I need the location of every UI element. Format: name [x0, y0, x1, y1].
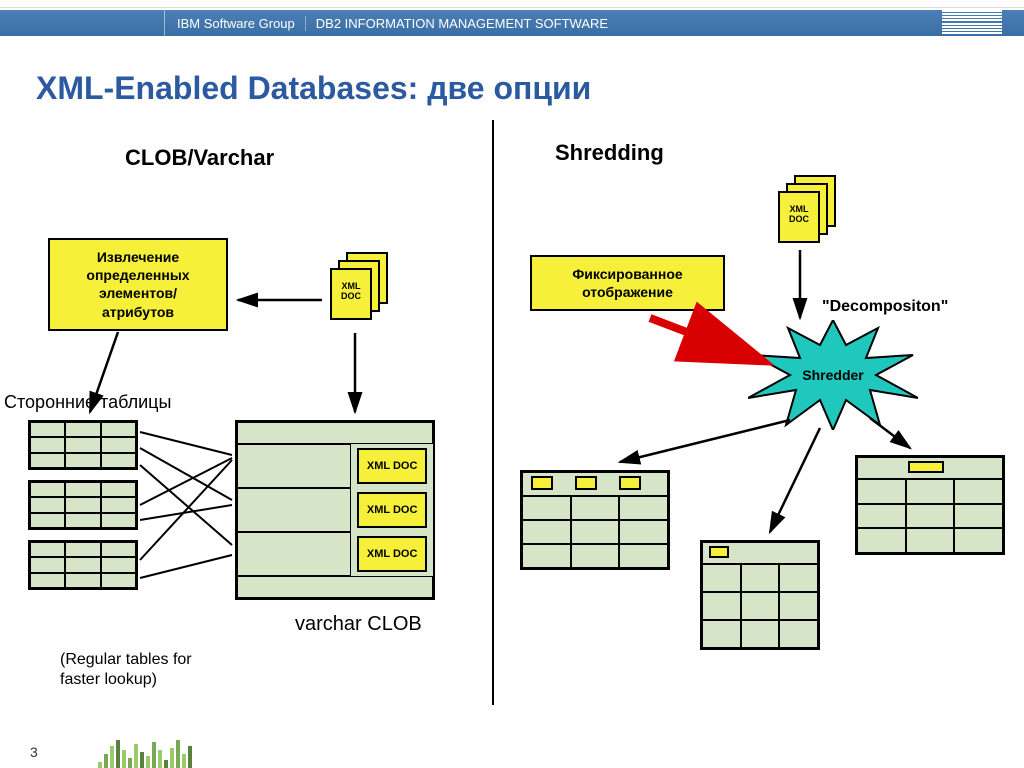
- xml-doc-row-2: XML DOC: [357, 492, 427, 528]
- header-left-block: [0, 10, 165, 36]
- footer-bars-icon: [98, 738, 192, 768]
- header-product: DB2 INFORMATION MANAGEMENT SOFTWARE: [306, 16, 618, 31]
- extract-box: Извлечение определенных элементов/ атриб…: [48, 238, 228, 331]
- result-table-3: [855, 455, 1005, 555]
- ibm-logo-icon: [942, 10, 1002, 34]
- result-table-2: [700, 540, 820, 650]
- header-bar: IBM Software Group DB2 INFORMATION MANAG…: [0, 10, 1024, 36]
- varchar-clob-label: varchar CLOB: [295, 612, 422, 636]
- slide-title: XML-Enabled Databases: две опции: [36, 70, 591, 107]
- top-line: [0, 0, 1024, 8]
- xml-doc-stack-right: XML DOC: [778, 175, 840, 247]
- subtitle-clob: CLOB/Varchar: [125, 145, 274, 171]
- page-number: 3: [30, 744, 38, 760]
- xml-doc-stack-left: XML DOC: [330, 252, 392, 324]
- small-table-3: [28, 540, 138, 590]
- subtitle-shredding: Shredding: [555, 140, 664, 166]
- xml-doc-label: XML DOC: [336, 282, 366, 302]
- shredder-label: Shredder: [802, 367, 863, 383]
- header-group: IBM Software Group: [165, 16, 306, 31]
- big-table: XML DOC XML DOC XML DOC: [235, 420, 435, 600]
- side-tables-label: Сторонние таблицы: [4, 392, 171, 413]
- small-table-1: [28, 420, 138, 470]
- xml-doc-row-3: XML DOC: [357, 536, 427, 572]
- vertical-separator: [492, 120, 494, 705]
- footer: 3: [30, 732, 1024, 768]
- xml-doc-row-1: XML DOC: [357, 448, 427, 484]
- decomposition-label: "Decompositon": [822, 298, 948, 316]
- shredder-starburst: Shredder: [748, 320, 918, 430]
- regular-tables-label: (Regular tables for faster lookup): [60, 650, 230, 690]
- fixed-mapping-box: Фиксированное отображение: [530, 255, 725, 311]
- result-table-1: [520, 470, 670, 570]
- xml-doc-label-r: XML DOC: [784, 205, 814, 225]
- small-table-2: [28, 480, 138, 530]
